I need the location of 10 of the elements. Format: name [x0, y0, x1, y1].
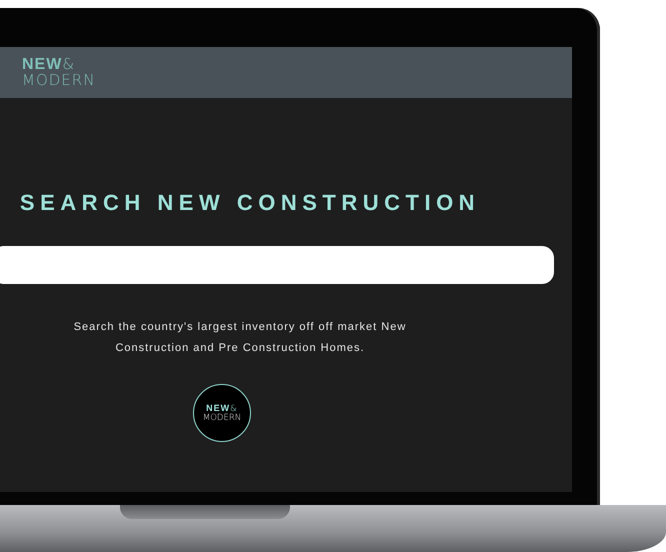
badge-text: MODERN — [202, 414, 242, 422]
badge-text: NEW — [206, 404, 230, 413]
badge-ampersand: & — [230, 405, 238, 414]
logo-text: NEW — [22, 57, 62, 73]
description-text: Search the country's largest inventory off off market New — [74, 321, 406, 333]
logo-text: MODERN — [22, 73, 96, 88]
logo-ampersand: & — [62, 57, 76, 72]
search-field[interactable] — [0, 246, 554, 284]
description-text: Construction and Pre Construction Homes. — [115, 342, 365, 354]
page-title: SEARCH NEW CONSTRUCTION — [20, 190, 482, 216]
